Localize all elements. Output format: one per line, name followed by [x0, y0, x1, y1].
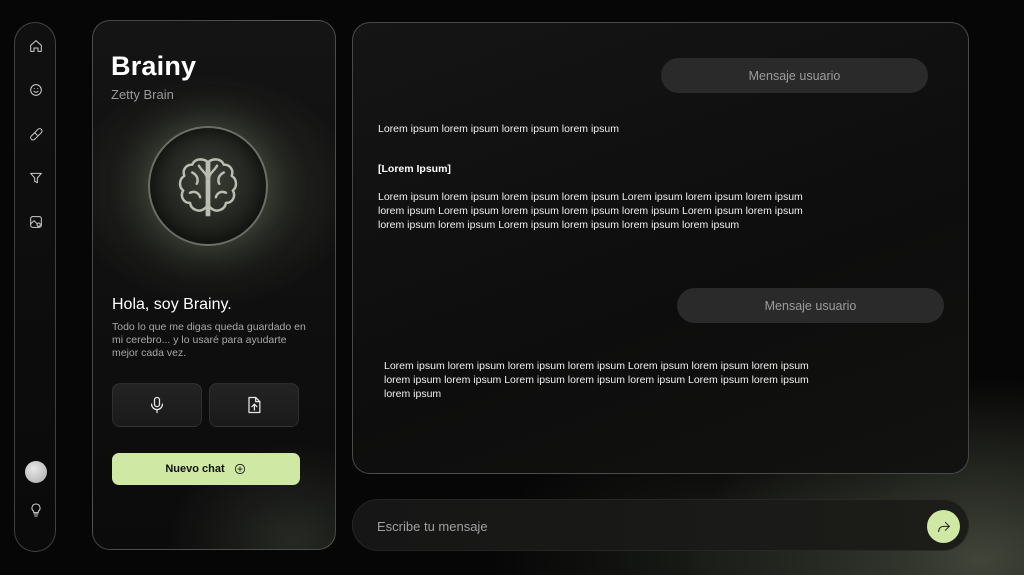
- bot-message: Lorem ipsum lorem ipsum lorem ipsum lore…: [384, 360, 809, 400]
- message-input[interactable]: [377, 500, 917, 552]
- assistant-title: Brainy: [111, 51, 197, 81]
- brain-icon: [178, 158, 238, 217]
- new-chat-label: Nuevo chat: [165, 463, 225, 475]
- sidebar-item-mood[interactable]: [23, 77, 49, 103]
- chat-panel: Mensaje usuario Lorem ipsum lorem ipsum …: [352, 22, 969, 474]
- new-chat-button[interactable]: Nuevo chat: [112, 453, 300, 485]
- home-icon: [30, 40, 42, 52]
- user-message: Mensaje usuario: [677, 288, 944, 323]
- message-composer: [352, 499, 969, 552]
- lightbulb-icon: [31, 503, 41, 517]
- assistant-panel: Brainy Zetty Brain Hola, soy Brainy. Tod…: [92, 20, 336, 550]
- sidebar-item-tips[interactable]: [23, 497, 49, 523]
- bot-message-heading: [Lorem Ipsum]: [378, 163, 451, 175]
- photo-settings-icon: [30, 216, 42, 228]
- user-message: Mensaje usuario: [661, 58, 928, 93]
- share-arrow-icon: [937, 521, 950, 532]
- voice-button[interactable]: [112, 383, 202, 427]
- bot-message: Lorem ipsum lorem ipsum lorem ipsum lore…: [378, 123, 619, 135]
- plus-circle-icon: [234, 463, 245, 475]
- assistant-description: Todo lo que me digas queda guardado en m…: [112, 321, 306, 359]
- microphone-icon: [150, 396, 164, 414]
- pill-icon: [30, 128, 43, 141]
- greeting: Hola, soy Brainy.: [112, 296, 232, 313]
- sidebar-item-home[interactable]: [23, 33, 49, 59]
- brain-orb: [148, 126, 268, 246]
- smile-icon: [30, 84, 42, 96]
- send-button[interactable]: [927, 510, 960, 543]
- sidebar-item-gallery[interactable]: [23, 209, 49, 235]
- upload-file-icon: [248, 396, 261, 414]
- upload-button[interactable]: [209, 383, 299, 427]
- sidebar: [14, 22, 56, 552]
- bot-message: Lorem ipsum lorem ipsum lorem ipsum lore…: [378, 191, 803, 231]
- filter-icon: [30, 172, 42, 184]
- assistant-subtitle: Zetty Brain: [111, 87, 174, 102]
- avatar[interactable]: [25, 461, 47, 483]
- sidebar-item-filter[interactable]: [23, 165, 49, 191]
- sidebar-item-health[interactable]: [23, 121, 49, 147]
